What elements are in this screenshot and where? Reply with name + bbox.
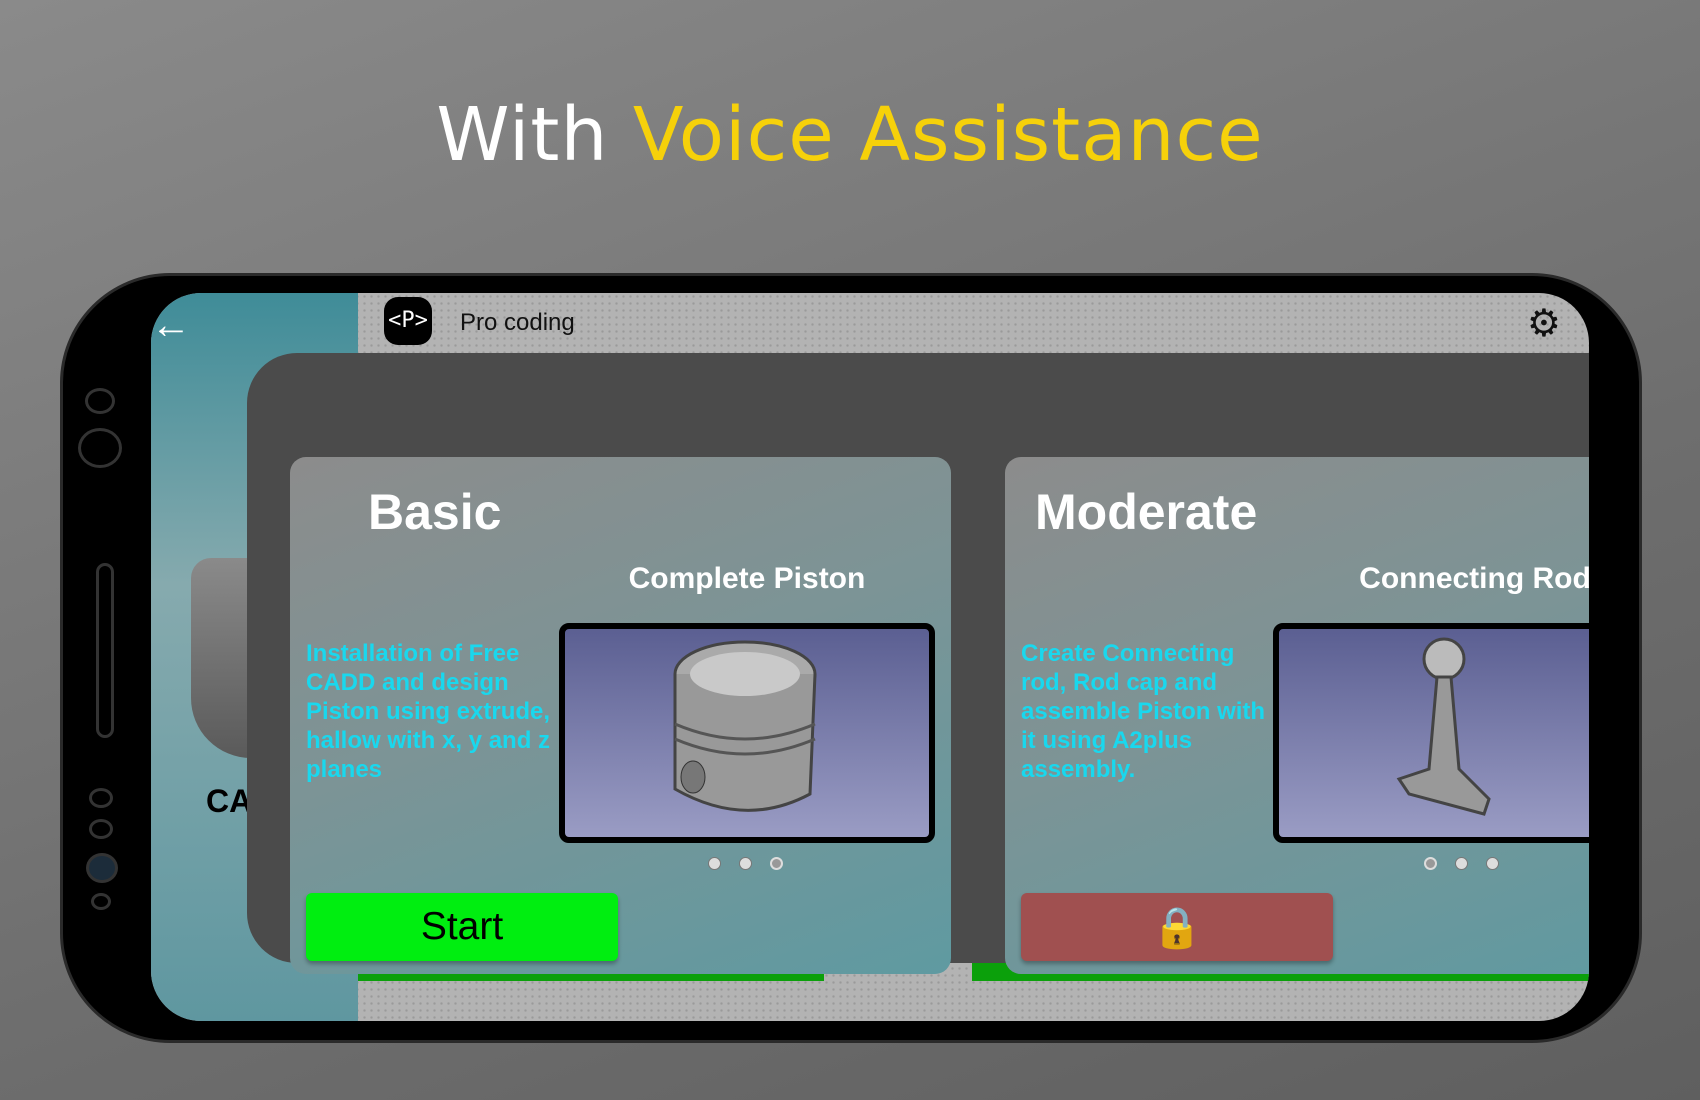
carousel-dot[interactable] <box>1424 857 1437 870</box>
side-button <box>86 853 118 883</box>
level-card-moderate[interactable]: Moderate Connecting Rod Create Connectin… <box>1005 457 1589 974</box>
project-description: Create Connecting rod, Rod cap and assem… <box>1021 640 1266 783</box>
app-screen: CA ← <P> Pro coding ⚙ Basic Complete Pis… <box>151 293 1589 1021</box>
side-button <box>89 819 113 839</box>
app-title: Pro coding <box>460 309 575 336</box>
start-button[interactable]: Start <box>306 893 618 961</box>
carousel-dot[interactable] <box>739 857 752 870</box>
carousel-indicator <box>708 857 783 870</box>
project-title: Complete Piston <box>628 562 866 595</box>
gear-icon[interactable]: ⚙ <box>1527 301 1561 346</box>
connecting-rod-image <box>1273 623 1589 843</box>
carousel-indicator <box>1424 857 1499 870</box>
piston-image <box>559 623 935 843</box>
level-title: Basic <box>368 484 502 540</box>
headline-prefix: With <box>436 92 609 178</box>
sensor-icon <box>78 428 122 468</box>
lock-icon: 🔒 <box>1152 905 1202 950</box>
carousel-dot[interactable] <box>708 857 721 870</box>
side-slot <box>96 563 114 738</box>
carousel-dot[interactable] <box>1486 857 1499 870</box>
carousel-dot[interactable] <box>1455 857 1468 870</box>
side-button <box>91 893 111 910</box>
locked-button[interactable]: 🔒 <box>1021 893 1333 961</box>
project-title: Connecting Rod <box>1359 562 1589 595</box>
camera-icon <box>85 388 115 414</box>
level-title: Moderate <box>1035 484 1258 540</box>
headline: With Voice Assistance <box>0 92 1700 178</box>
project-description: Installation of Free CADD and design Pis… <box>306 640 551 783</box>
level-dialog: Basic Complete Piston Installation of Fr… <box>247 353 1589 974</box>
app-logo: <P> <box>384 297 432 345</box>
background-label: CA <box>206 783 253 819</box>
arrow-left-icon[interactable]: ← <box>151 303 191 348</box>
side-button <box>89 788 113 808</box>
headline-accent: Voice Assistance <box>632 92 1264 178</box>
carousel-dot[interactable] <box>770 857 783 870</box>
level-card-basic[interactable]: Basic Complete Piston Installation of Fr… <box>290 457 951 974</box>
